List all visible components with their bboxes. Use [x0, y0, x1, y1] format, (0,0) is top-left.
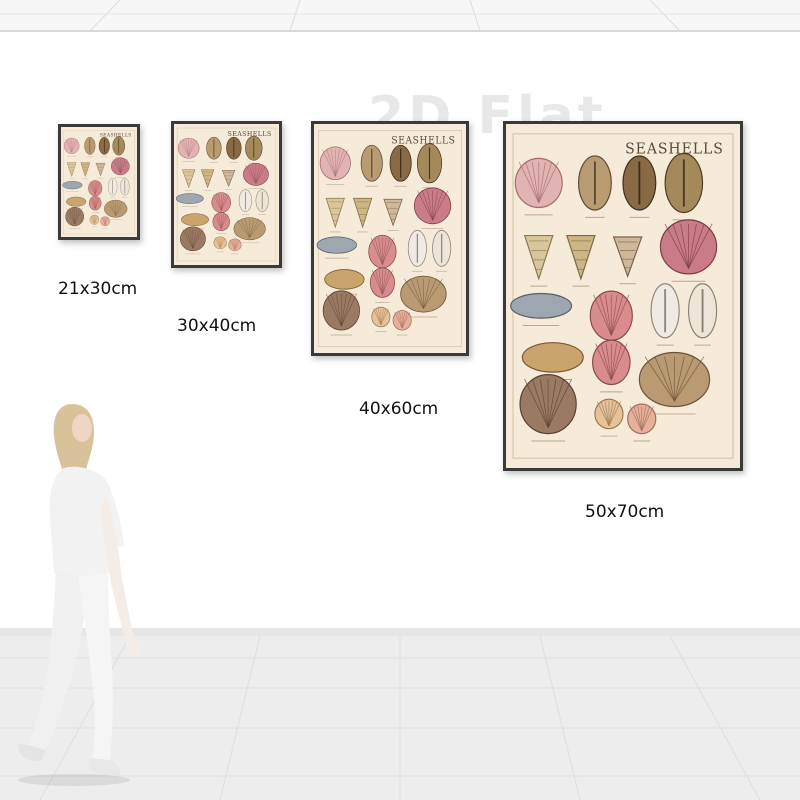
poster-title: SEASHELLS: [625, 141, 724, 157]
size-label-40x60: 40x60cm: [359, 399, 439, 419]
ceiling: [0, 0, 800, 32]
seashell-illustration: SEASHELLS: [174, 124, 279, 265]
size-label-50x70: 50x70cm: [585, 502, 665, 522]
size-label-30x40: 30x40cm: [177, 316, 257, 336]
poster-40x60: SEASHELLS: [311, 121, 469, 356]
poster-21x30: SEASHELLS: [58, 124, 140, 240]
seashell-illustration: SEASHELLS: [506, 124, 740, 468]
ceiling-grid: [0, 0, 800, 32]
poster-50x70: SEASHELLS: [503, 121, 743, 471]
poster-30x40: SEASHELLS: [171, 121, 282, 268]
seashell-illustration: SEASHELLS: [314, 124, 466, 353]
woman-figure: [18, 404, 141, 786]
seashell-illustration: SEASHELLS: [61, 127, 137, 237]
size-label-21x30: 21x30cm: [58, 279, 138, 299]
